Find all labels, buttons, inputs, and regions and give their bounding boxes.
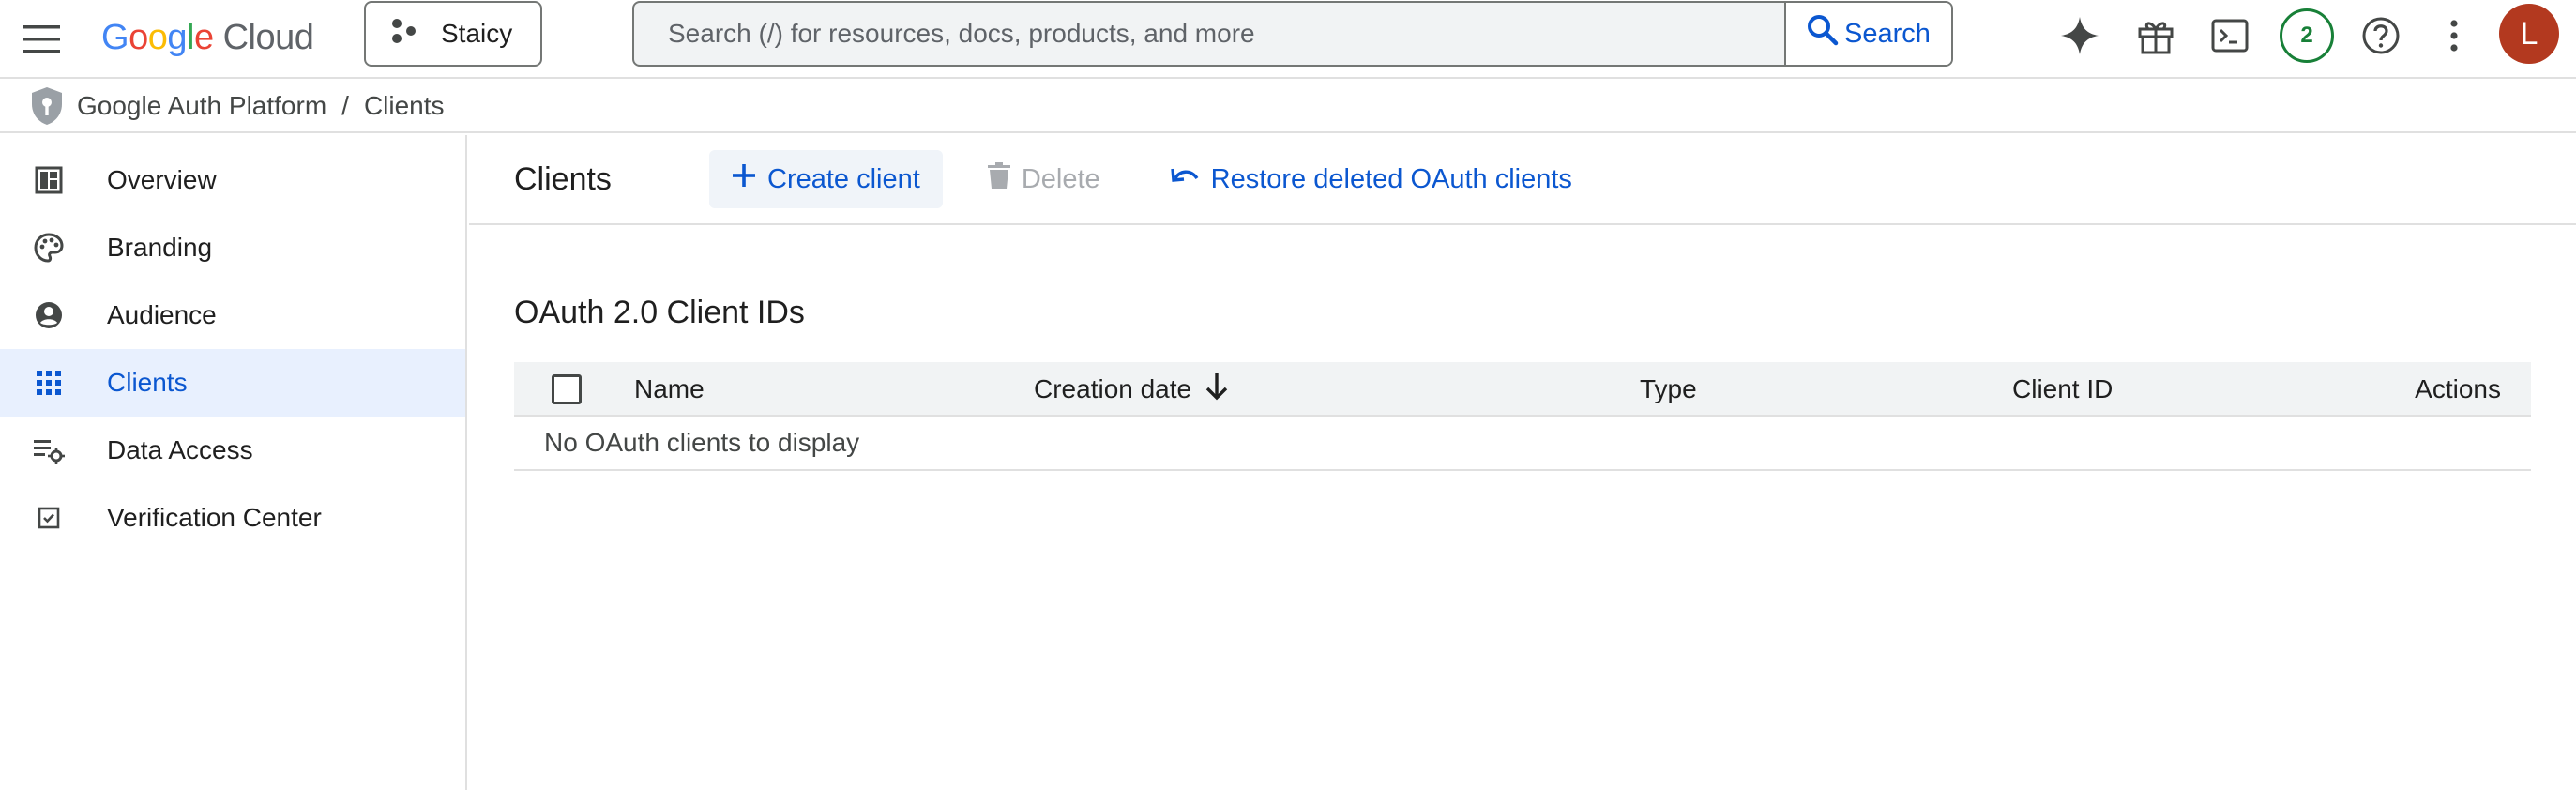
sidebar-item-label: Verification Center: [107, 503, 322, 532]
shield-key-icon: [30, 85, 64, 127]
help-icon[interactable]: [2355, 9, 2407, 62]
search-bar: Search: [632, 1, 1953, 67]
breadcrumb-current: Clients: [363, 91, 445, 120]
sidebar-item-label: Clients: [107, 368, 188, 397]
gemini-sparkle-icon[interactable]: [2053, 9, 2106, 62]
search-input[interactable]: [634, 3, 1784, 65]
project-icon: [390, 17, 418, 52]
search-button[interactable]: Search: [1784, 3, 1951, 65]
sidebar: Overview Branding Audience Clients Data …: [0, 135, 467, 790]
main-menu-icon[interactable]: [19, 17, 64, 62]
checkbox-icon: [32, 501, 66, 535]
delete-button[interactable]: Delete: [965, 150, 1123, 208]
data-settings-icon: [32, 433, 66, 467]
undo-icon: [1170, 164, 1200, 195]
breadcrumb-product-link[interactable]: Google Auth Platform: [77, 91, 326, 121]
restore-label: Restore deleted OAuth clients: [1210, 163, 1572, 194]
logo-letter: e: [193, 17, 214, 57]
column-header-creation-date[interactable]: Creation date: [1034, 362, 1229, 417]
breadcrumb-separator: /: [341, 91, 349, 120]
sidebar-item-clients[interactable]: Clients: [0, 349, 465, 417]
sidebar-item-label: Overview: [107, 165, 217, 194]
page-title: Clients: [514, 160, 612, 197]
logo-letter: l: [186, 17, 194, 57]
notifications-badge[interactable]: 2: [2277, 6, 2337, 66]
dashboard-icon: [32, 163, 66, 197]
logo-letter: o: [147, 17, 168, 57]
restore-deleted-clients-button[interactable]: Restore deleted OAuth clients: [1147, 150, 1595, 208]
project-name: Staicy: [441, 19, 513, 48]
column-header-actions: Actions: [2415, 374, 2501, 403]
search-icon: [1807, 14, 1839, 53]
create-client-label: Create client: [767, 163, 920, 194]
section-title: OAuth 2.0 Client IDs: [514, 295, 805, 330]
column-header-type: Type: [1640, 374, 1697, 403]
page-header: Clients Create client Delete Restore del…: [469, 135, 2576, 225]
empty-state-row: No OAuth clients to display: [514, 417, 2531, 471]
empty-state-message: No OAuth clients to display: [544, 428, 860, 457]
sidebar-item-verification-center[interactable]: Verification Center: [0, 484, 465, 552]
logo-letter: G: [101, 17, 129, 57]
table-header-row: Name Creation date Type Client ID Action…: [514, 362, 2531, 417]
delete-label: Delete: [1021, 163, 1100, 194]
logo-letter: o: [129, 17, 148, 57]
person-circle-icon: [32, 298, 66, 332]
account-avatar[interactable]: L: [2499, 4, 2559, 64]
google-cloud-logo[interactable]: Google Cloud: [101, 11, 314, 64]
grid-icon: [32, 366, 66, 400]
sidebar-item-overview[interactable]: Overview: [0, 146, 465, 214]
more-options-icon[interactable]: [2428, 9, 2480, 62]
cloud-shell-terminal-icon[interactable]: [2204, 9, 2256, 62]
top-bar: Google Cloud Staicy Search 2 L: [0, 0, 2576, 79]
sidebar-item-branding[interactable]: Branding: [0, 214, 465, 281]
search-button-label: Search: [1844, 18, 1931, 49]
breadcrumb: Google Auth Platform / Clients: [0, 81, 2576, 133]
clients-table: Name Creation date Type Client ID Action…: [514, 362, 2531, 471]
create-client-button[interactable]: Create client: [709, 150, 943, 208]
column-header-client-id: Client ID: [2012, 374, 2114, 403]
plus-icon: [732, 163, 756, 195]
logo-cloud-text: Cloud: [222, 17, 314, 57]
sidebar-item-label: Data Access: [107, 435, 253, 464]
sidebar-item-label: Audience: [107, 300, 217, 329]
column-header-label: Creation date: [1034, 374, 1192, 403]
notification-count: 2: [2280, 8, 2334, 63]
main-content: Clients Create client Delete Restore del…: [469, 135, 2576, 790]
trash-icon: [987, 162, 1010, 196]
sidebar-item-data-access[interactable]: Data Access: [0, 417, 465, 484]
column-header-name[interactable]: Name: [634, 362, 705, 417]
sidebar-item-label: Branding: [107, 233, 213, 262]
palette-icon: [32, 231, 66, 265]
gift-icon[interactable]: [2129, 9, 2182, 62]
logo-letter: g: [167, 17, 187, 57]
sort-descending-arrow-icon: [1205, 372, 1229, 407]
sidebar-item-audience[interactable]: Audience: [0, 281, 465, 349]
select-all-checkbox-cell: [552, 362, 582, 417]
project-picker-button[interactable]: Staicy: [364, 1, 542, 67]
select-all-checkbox[interactable]: [552, 374, 582, 404]
